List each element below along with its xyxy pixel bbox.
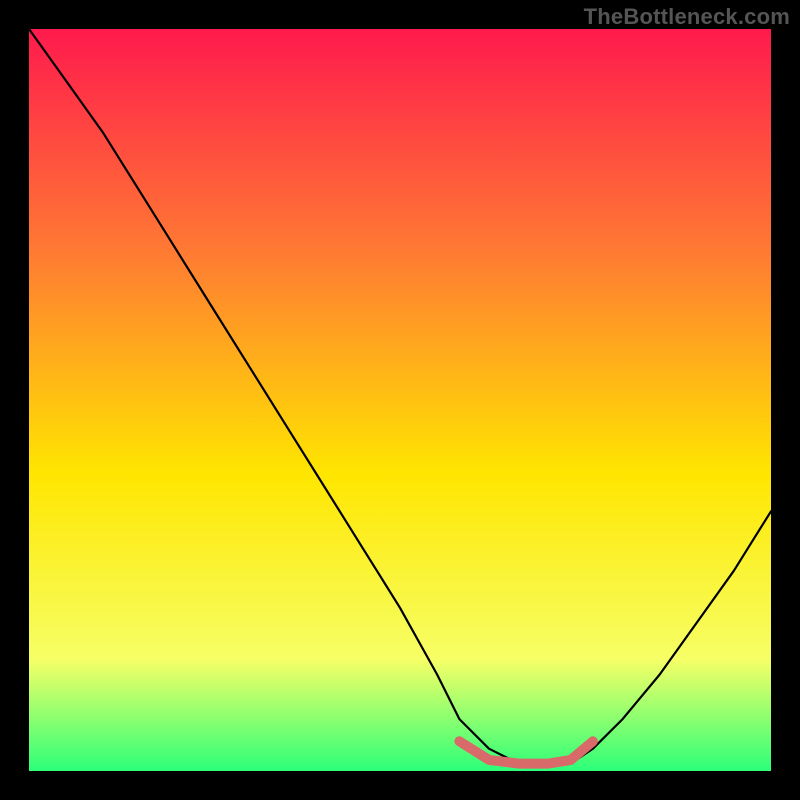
watermark-text: TheBottleneck.com bbox=[584, 4, 790, 30]
bottleneck-chart bbox=[29, 29, 771, 771]
chart-background bbox=[29, 29, 771, 771]
chart-wrapper: TheBottleneck.com bbox=[0, 0, 800, 800]
